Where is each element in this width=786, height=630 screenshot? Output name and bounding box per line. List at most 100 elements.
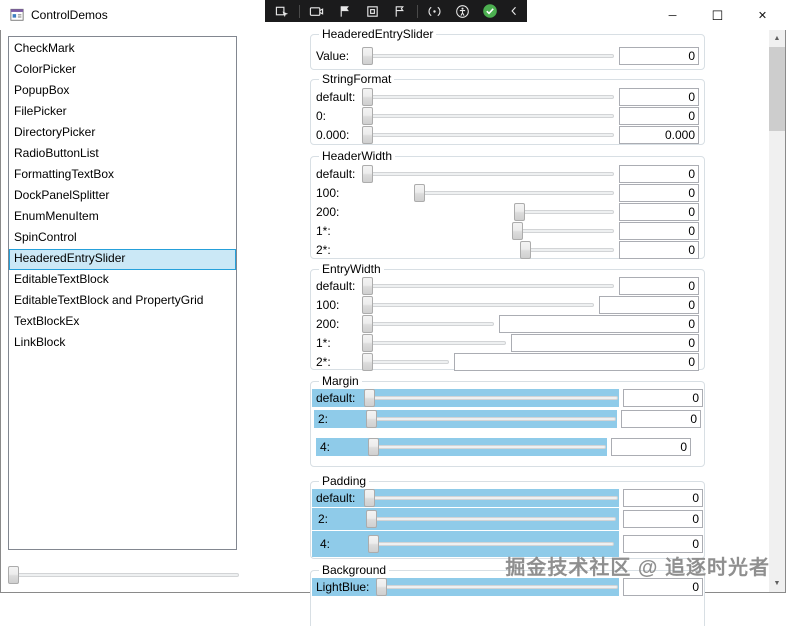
close-button[interactable]: ✕: [740, 1, 785, 30]
value-input[interactable]: [619, 47, 699, 65]
slider-track[interactable]: [513, 229, 614, 233]
slider-thumb[interactable]: [368, 535, 379, 553]
slider-track[interactable]: [377, 585, 618, 589]
slider-thumb[interactable]: [366, 410, 377, 428]
slider-track[interactable]: [367, 517, 616, 521]
slider-track[interactable]: [367, 417, 616, 421]
value-slider[interactable]: [368, 535, 615, 553]
list-item-editabletextblock-propertygrid[interactable]: EditableTextBlock and PropertyGrid: [9, 291, 236, 312]
layout-box-icon[interactable]: [361, 0, 383, 22]
slider-thumb[interactable]: [512, 222, 523, 240]
slider-thumb[interactable]: [362, 353, 373, 371]
list-item-radiobuttonlist[interactable]: RadioButtonList: [9, 144, 236, 165]
value-input[interactable]: [621, 410, 701, 428]
list-item-dockpanelsplitter[interactable]: DockPanelSplitter: [9, 186, 236, 207]
slider-track[interactable]: [363, 54, 614, 58]
value-slider[interactable]: [362, 296, 595, 314]
vertical-scrollbar[interactable]: ▲ ▼: [769, 30, 785, 592]
slider-track[interactable]: [369, 542, 614, 546]
maximize-button[interactable]: ☐: [695, 1, 740, 30]
list-item-textblockex[interactable]: TextBlockEx: [9, 312, 236, 333]
value-slider[interactable]: [520, 241, 615, 259]
slider-thumb[interactable]: [362, 315, 373, 333]
value-slider[interactable]: [514, 203, 615, 221]
value-slider[interactable]: [362, 107, 615, 125]
slider-track[interactable]: [415, 191, 614, 195]
accessibility-checker-icon[interactable]: [451, 0, 473, 22]
slider-track[interactable]: [363, 172, 614, 176]
slider-track[interactable]: [363, 133, 614, 137]
slider-thumb[interactable]: [514, 203, 525, 221]
slider-track[interactable]: [363, 341, 506, 345]
scroll-up-icon[interactable]: ▲: [769, 30, 785, 47]
slider-track[interactable]: [363, 95, 614, 99]
slider-thumb[interactable]: [362, 296, 373, 314]
value-input[interactable]: [623, 489, 703, 507]
slider-thumb[interactable]: [362, 126, 373, 144]
value-slider[interactable]: [362, 47, 615, 65]
value-slider[interactable]: [362, 277, 615, 295]
value-slider[interactable]: [362, 165, 615, 183]
value-input[interactable]: [619, 88, 699, 106]
select-element-icon[interactable]: [271, 0, 293, 22]
list-item-formattingtextbox[interactable]: FormattingTextBox: [9, 165, 236, 186]
value-input[interactable]: [619, 126, 699, 144]
minimize-button[interactable]: ─: [650, 1, 695, 30]
slider-thumb[interactable]: [376, 578, 387, 596]
value-input[interactable]: [619, 165, 699, 183]
collapse-toolbar-icon[interactable]: [507, 0, 521, 22]
slider-track[interactable]: [365, 396, 618, 400]
slider-track[interactable]: [363, 114, 614, 118]
list-item-directorypicker[interactable]: DirectoryPicker: [9, 123, 236, 144]
slider-thumb[interactable]: [520, 241, 531, 259]
slider-track[interactable]: [363, 322, 494, 326]
slider-thumb[interactable]: [368, 438, 379, 456]
value-input[interactable]: [623, 389, 703, 407]
slider-track[interactable]: [365, 496, 618, 500]
slider-thumb[interactable]: [362, 165, 373, 183]
slider-thumb[interactable]: [8, 566, 19, 584]
bottom-slider[interactable]: [8, 566, 240, 584]
slider-thumb[interactable]: [362, 277, 373, 295]
slider-track[interactable]: [363, 284, 614, 288]
value-slider[interactable]: [512, 222, 615, 240]
value-input[interactable]: [619, 184, 699, 202]
value-input[interactable]: [599, 296, 699, 314]
value-slider[interactable]: [366, 410, 617, 428]
slider-thumb[interactable]: [362, 47, 373, 65]
slider-thumb[interactable]: [414, 184, 425, 202]
value-slider[interactable]: [366, 510, 617, 528]
scrollbar-thumb[interactable]: [769, 47, 785, 131]
list-item-linkblock[interactable]: LinkBlock: [9, 333, 236, 354]
slider-track[interactable]: [515, 210, 614, 214]
value-input[interactable]: [511, 334, 699, 352]
value-input[interactable]: [623, 578, 703, 596]
scroll-down-icon[interactable]: ▼: [769, 575, 785, 592]
value-input[interactable]: [619, 241, 699, 259]
value-slider[interactable]: [362, 88, 615, 106]
slider-thumb[interactable]: [364, 489, 375, 507]
list-item-headeredentryslider-selected[interactable]: HeaderedEntrySlider: [9, 249, 236, 270]
list-item-colorpicker[interactable]: ColorPicker: [9, 60, 236, 81]
slider-thumb[interactable]: [362, 334, 373, 352]
hot-reload-enabled-icon[interactable]: [479, 0, 501, 22]
value-input[interactable]: [619, 203, 699, 221]
value-input[interactable]: [619, 222, 699, 240]
slider-thumb[interactable]: [362, 107, 373, 125]
slider-track[interactable]: [363, 360, 449, 364]
value-input[interactable]: [499, 315, 699, 333]
list-item-spincontrol[interactable]: SpinControl: [9, 228, 236, 249]
value-input[interactable]: [623, 535, 703, 553]
value-slider[interactable]: [362, 353, 450, 371]
value-input[interactable]: [619, 277, 699, 295]
flag-pin-icon[interactable]: [389, 0, 411, 22]
slider-track[interactable]: [9, 573, 239, 577]
value-input[interactable]: [623, 510, 703, 528]
value-slider[interactable]: [362, 126, 615, 144]
slider-track[interactable]: [369, 445, 606, 449]
slider-thumb[interactable]: [362, 88, 373, 106]
value-slider[interactable]: [414, 184, 615, 202]
value-input[interactable]: [454, 353, 699, 371]
value-slider[interactable]: [364, 489, 619, 507]
slider-thumb[interactable]: [364, 389, 375, 407]
